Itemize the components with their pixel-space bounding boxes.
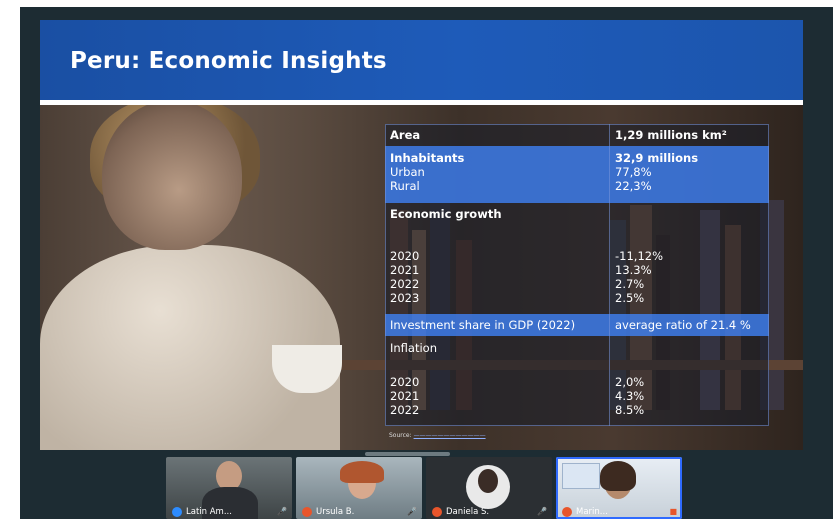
urban-value: 77,8% [615, 165, 652, 179]
growth-year: 2021 [390, 263, 420, 277]
participant-strip: Latin Am... 🎤 Ursula B. 🎤 Daniela S. 🎤 M… [166, 457, 686, 519]
source-note: Source: ———————————— [389, 432, 486, 439]
inhabitants-label: Inhabitants [390, 151, 465, 165]
investment-label: Investment share in GDP (2022) [390, 318, 576, 332]
source-label: Source: [389, 432, 412, 439]
participant-name: Latin Am... [186, 507, 232, 517]
participant-name: Daniela S. [446, 507, 490, 517]
participant-tile-active-speaker[interactable]: Marin... ■ [556, 457, 682, 519]
table-column-divider [609, 124, 610, 426]
coffee-cup [272, 345, 342, 393]
participant-name: Marin... [576, 507, 608, 517]
background-poster [562, 463, 600, 489]
inhabitants-value: 32,9 millions [615, 151, 699, 165]
mic-muted-icon: 🎤 [537, 507, 547, 516]
growth-year: 2020 [390, 249, 420, 263]
participant-tile[interactable]: Ursula B. 🎤 [296, 457, 422, 519]
participant-status-icon [302, 507, 312, 517]
participant-tile[interactable]: Latin Am... 🎤 [166, 457, 292, 519]
growth-year: 2023 [390, 291, 420, 305]
slide-title-banner: Peru: Economic Insights [40, 20, 803, 105]
rural-value: 22,3% [615, 179, 652, 193]
economic-data-table: Area 1,29 millions km² Inhabitants 32,9 … [385, 124, 769, 439]
inflation-year: 2021 [390, 389, 420, 403]
inflation-year: 2020 [390, 375, 420, 389]
mic-muted-icon: 🎤 [277, 507, 287, 516]
filmstrip-scroll-handle[interactable] [365, 452, 450, 456]
person-face [102, 105, 242, 250]
inflation-value: 2,0% [615, 375, 645, 389]
growth-value: -11,12% [615, 249, 663, 263]
inflation-value: 4.3% [615, 389, 645, 403]
participant-name: Ursula B. [316, 507, 355, 517]
area-value: 1,29 millions km² [615, 128, 727, 142]
growth-heading: Economic growth [390, 207, 502, 221]
inflation-heading: Inflation [390, 341, 437, 355]
mic-muted-icon: 🎤 [407, 507, 417, 516]
source-link[interactable]: ———————————— [414, 432, 486, 439]
participant-tile[interactable]: Daniela S. 🎤 [426, 457, 552, 519]
shared-screen-slide: Peru: Economic Insights Area 1,29 millio… [40, 20, 803, 450]
participant-status-icon [562, 507, 572, 517]
participant-status-icon [432, 507, 442, 517]
investment-value: average ratio of 21.4 % [615, 318, 751, 332]
growth-value: 2.5% [615, 291, 645, 305]
rural-label: Rural [390, 179, 420, 193]
growth-year: 2022 [390, 277, 420, 291]
video-off-icon: ■ [669, 507, 677, 516]
inflation-year: 2022 [390, 403, 420, 417]
area-label: Area [390, 128, 421, 142]
growth-value: 2.7% [615, 277, 645, 291]
table-border [385, 124, 769, 426]
slide-title: Peru: Economic Insights [70, 48, 387, 74]
inflation-value: 8.5% [615, 403, 645, 417]
participant-status-icon [172, 507, 182, 517]
urban-label: Urban [390, 165, 425, 179]
growth-value: 13.3% [615, 263, 652, 277]
